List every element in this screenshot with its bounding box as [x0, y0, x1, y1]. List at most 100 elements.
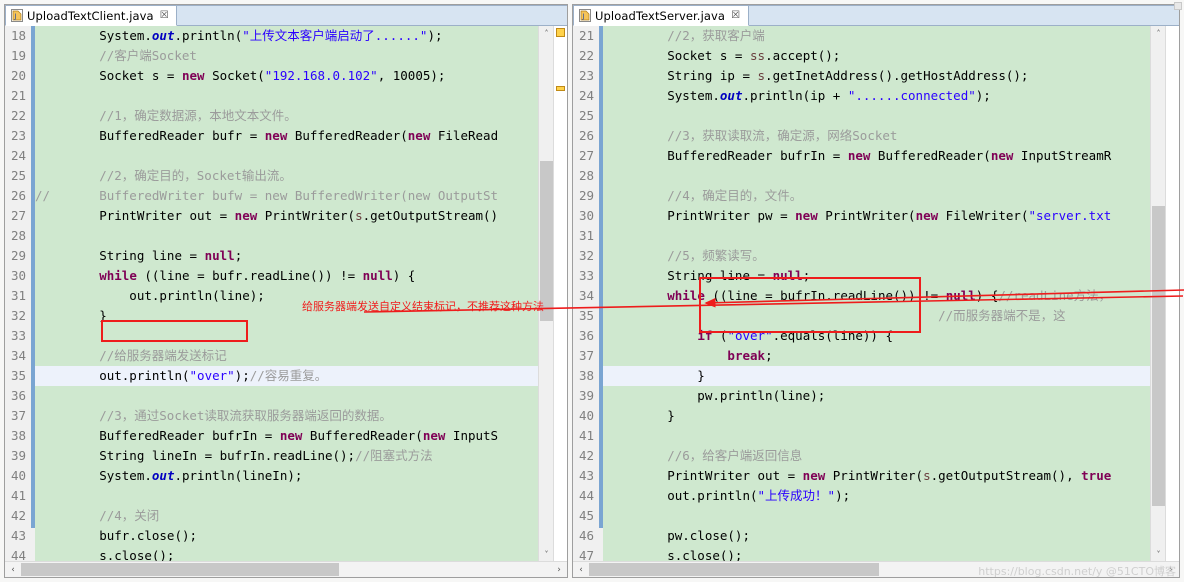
code-line[interactable]: //而服务器端不是，这 [603, 306, 1150, 326]
code-line[interactable]: String line = null; [35, 246, 538, 266]
code-line[interactable]: //2，确定目的，Socket输出流。 [35, 166, 538, 186]
overview-ruler-left[interactable] [553, 26, 567, 561]
vertical-scrollbar-left[interactable]: ˄ ˅ [538, 26, 553, 561]
code-token: "上传成功！" [757, 488, 836, 503]
code-line[interactable]: Socket s = new Socket("192.168.0.102", 1… [35, 66, 538, 86]
horizontal-scroll-thumb[interactable] [589, 562, 879, 576]
code-line[interactable]: //6，给客户端返回信息 [603, 446, 1150, 466]
code-line[interactable] [603, 106, 1150, 126]
close-icon[interactable]: ☒ [160, 10, 169, 21]
code-line[interactable]: String lineIn = bufrIn.readLine();//阻塞式方… [35, 446, 538, 466]
horizontal-scrollbar-right[interactable]: ‹ › [573, 561, 1179, 577]
code-line[interactable]: //3，通过Socket读取流获取服务器端返回的数据。 [35, 406, 538, 426]
code-token: new [234, 208, 258, 223]
code-line[interactable]: while ((line = bufrIn.readLine()) != nul… [603, 286, 1150, 306]
code-line[interactable]: while ((line = bufr.readLine()) != null)… [35, 266, 538, 286]
code-line[interactable]: BufferedWriter bufw = new BufferedWriter… [35, 186, 538, 206]
scroll-left-icon[interactable]: ‹ [573, 562, 589, 578]
vertical-scroll-thumb[interactable] [1152, 206, 1165, 506]
code-token: ((line = bufrIn.readLine()) != [704, 288, 946, 303]
code-line[interactable]: Socket s = ss.accept(); [603, 46, 1150, 66]
code-line[interactable]: //客户端Socket [35, 46, 538, 66]
code-line[interactable]: //4，确定目的，文件。 [603, 186, 1150, 206]
code-token: null [945, 288, 976, 303]
code-text-area-left[interactable]: System.out.println("上传文本客户端启动了......"); … [35, 26, 538, 561]
scroll-down-icon[interactable]: ˅ [1151, 547, 1166, 561]
code-token: null [772, 268, 803, 283]
code-line[interactable]: if ("over".equals(line)) { [603, 326, 1150, 346]
code-token: //而服务器端不是，这 [607, 308, 1066, 323]
code-line[interactable]: PrintWriter out = new PrintWriter(s.getO… [35, 206, 538, 226]
close-icon[interactable]: ☒ [731, 10, 740, 21]
code-line[interactable] [35, 146, 538, 166]
code-line[interactable]: } [35, 306, 538, 326]
editor-pane-left: J UploadTextClient.java ☒ 18 19 20 21 22 23 24… [0, 0, 570, 582]
horizontal-scrollbar-left[interactable]: ‹ › [5, 561, 567, 577]
code-line[interactable]: //给服务器端发送标记 [35, 346, 538, 366]
code-line[interactable] [603, 166, 1150, 186]
scroll-right-icon[interactable]: › [551, 562, 567, 578]
code-line[interactable] [35, 486, 538, 506]
code-token: Socket s = [39, 68, 182, 83]
code-line[interactable]: System.out.println(ip + "......connected… [603, 86, 1150, 106]
editor-body-right[interactable]: 21 22 23 24 25 26 27 28 29 30 31 32 33 34 35 36 37 38 39 40… [573, 26, 1179, 561]
code-line[interactable]: String ip = s.getInetAddress().getHostAd… [603, 66, 1150, 86]
code-token: new [802, 468, 826, 483]
horizontal-scroll-thumb[interactable] [21, 562, 339, 576]
vertical-scroll-thumb[interactable] [540, 161, 553, 321]
code-line[interactable]: String line = null; [603, 266, 1150, 286]
svg-text:J: J [13, 13, 16, 21]
code-line[interactable] [603, 426, 1150, 446]
scroll-left-icon[interactable]: ‹ [5, 562, 21, 578]
code-line[interactable]: BufferedReader bufrIn = new BufferedRead… [35, 426, 538, 446]
code-line[interactable]: BufferedReader bufr = new BufferedReader… [35, 126, 538, 146]
editor-body-left[interactable]: 18 19 20 21 22 23 24 25 26 27 28 29 30 31 32 33 34 35 36 37… [5, 26, 567, 561]
code-line[interactable] [35, 386, 538, 406]
horizontal-scroll-track[interactable] [589, 562, 1163, 578]
code-token: //6，给客户端返回信息 [607, 448, 803, 463]
scroll-down-icon[interactable]: ˅ [539, 547, 554, 561]
tab-upload-text-client[interactable]: J UploadTextClient.java ☒ [5, 5, 177, 26]
code-line[interactable]: //2，获取客户端 [603, 26, 1150, 46]
code-line[interactable]: bufr.close(); [35, 526, 538, 546]
code-text-area-right[interactable]: //2，获取客户端 Socket s = ss.accept(); String… [603, 26, 1150, 561]
code-line[interactable] [35, 326, 538, 346]
overview-ruler-right[interactable] [1165, 26, 1179, 561]
code-line[interactable]: pw.println(line); [603, 386, 1150, 406]
code-line[interactable] [603, 506, 1150, 526]
scroll-up-icon[interactable]: ˄ [1151, 26, 1166, 40]
scroll-up-icon[interactable]: ˄ [539, 26, 554, 40]
code-line[interactable]: s.close(); [603, 546, 1150, 561]
code-line[interactable]: //4，关闭 [35, 506, 538, 526]
scroll-right-icon[interactable]: › [1163, 562, 1179, 578]
code-line[interactable] [35, 86, 538, 106]
code-line[interactable]: //1，确定数据源，本地文本文件。 [35, 106, 538, 126]
code-line[interactable]: out.println(line); [35, 286, 538, 306]
code-line[interactable]: System.out.println("上传文本客户端启动了......"); [35, 26, 538, 46]
code-line[interactable]: System.out.println(lineIn); [35, 466, 538, 486]
code-line[interactable]: break; [603, 346, 1150, 366]
code-line[interactable]: } [603, 406, 1150, 426]
code-line[interactable]: out.println("over");//容易重复。 [35, 366, 538, 386]
code-token: //3，获取读取流，确定源，网络Socket [607, 128, 898, 143]
horizontal-scroll-track[interactable] [21, 562, 551, 578]
warning-marker[interactable] [556, 86, 565, 91]
code-token: ); [835, 488, 851, 503]
code-line[interactable]: out.println("上传成功！"); [603, 486, 1150, 506]
tab-upload-text-server[interactable]: J UploadTextServer.java ☒ [573, 5, 749, 26]
code-line[interactable]: PrintWriter out = new PrintWriter(s.getO… [603, 466, 1150, 486]
code-token: //4，关闭 [39, 508, 160, 523]
warning-marker[interactable] [556, 28, 565, 37]
code-line[interactable]: //3，获取读取流，确定源，网络Socket [603, 126, 1150, 146]
code-line[interactable]: } [603, 366, 1150, 386]
code-line[interactable]: //5，频繁读写。 [603, 246, 1150, 266]
code-token: } [39, 308, 107, 323]
code-line[interactable] [603, 226, 1150, 246]
vertical-scrollbar-right[interactable]: ˄ ˅ [1150, 26, 1165, 561]
code-line[interactable] [35, 226, 538, 246]
code-line[interactable]: BufferedReader bufrIn = new BufferedRead… [603, 146, 1150, 166]
code-line[interactable]: pw.close(); [603, 526, 1150, 546]
code-line[interactable]: PrintWriter pw = new PrintWriter(new Fil… [603, 206, 1150, 226]
code-line[interactable]: s.close(); [35, 546, 538, 561]
